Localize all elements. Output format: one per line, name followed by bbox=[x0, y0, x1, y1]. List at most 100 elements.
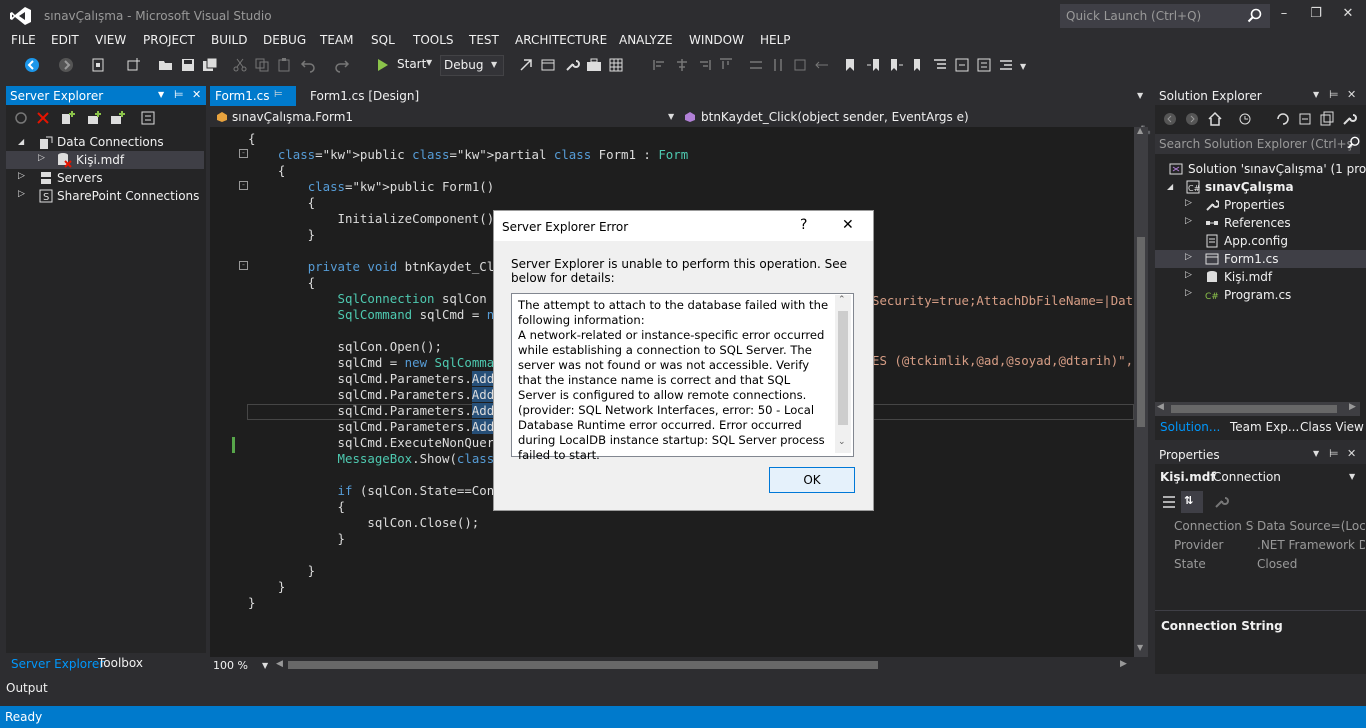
scroll-right-icon[interactable]: ▶ bbox=[1349, 402, 1356, 412]
menu-architecture[interactable]: ARCHITECTURE bbox=[515, 33, 607, 47]
zoom-dropdown-icon[interactable]: ▼ bbox=[262, 661, 268, 670]
tab-form1-cs[interactable]: Form1.cs ⊨ bbox=[210, 86, 296, 106]
close-window-button[interactable]: ✕ bbox=[1338, 6, 1358, 22]
nav-type-select[interactable]: sınavÇalışma.Form1 bbox=[232, 110, 353, 124]
close-panel-icon[interactable]: ✕ bbox=[1347, 447, 1356, 460]
same-height-icon[interactable] bbox=[770, 57, 786, 73]
history-icon[interactable] bbox=[1237, 111, 1253, 127]
tab-class-view[interactable]: Class View bbox=[1300, 420, 1364, 434]
close-icon[interactable]: ✕ bbox=[842, 217, 854, 233]
wrench-icon[interactable] bbox=[564, 57, 580, 73]
menu-view[interactable]: VIEW bbox=[95, 33, 126, 47]
tree-item-app-config[interactable]: App.config bbox=[1224, 234, 1288, 248]
collapsed-arrow-icon[interactable]: ▷ bbox=[38, 153, 45, 163]
tab-team-explorer[interactable]: Team Exp... bbox=[1230, 420, 1299, 434]
panel-menu-icon[interactable]: ▼ bbox=[1313, 449, 1319, 458]
chevron-down-icon[interactable]: ▼ bbox=[668, 112, 674, 121]
collapsed-arrow-icon[interactable]: ▷ bbox=[1185, 252, 1192, 262]
align-left-icon[interactable] bbox=[652, 57, 668, 73]
collapse-toggle-icon[interactable]: - bbox=[239, 149, 248, 158]
tree-item-project[interactable]: sınavÇalışma bbox=[1205, 180, 1294, 194]
refresh-icon[interactable] bbox=[1275, 111, 1291, 127]
attach-icon[interactable] bbox=[518, 57, 534, 73]
tab-output[interactable]: Output bbox=[6, 681, 48, 695]
tab-toolbox[interactable]: Toolbox bbox=[98, 656, 143, 670]
properties-object-select[interactable]: Kişi.mdf Connection ▼ bbox=[1155, 466, 1360, 486]
solution-configuration-select[interactable]: Debug ▼ bbox=[440, 55, 504, 76]
comment-icon[interactable] bbox=[932, 57, 948, 73]
scroll-down-icon[interactable]: ▼ bbox=[1137, 643, 1143, 652]
undo-icon[interactable] bbox=[300, 57, 316, 73]
collapsed-arrow-icon[interactable]: ▷ bbox=[1185, 198, 1192, 208]
pin-icon[interactable]: ⊨ bbox=[174, 88, 184, 101]
forward-icon[interactable] bbox=[58, 57, 74, 73]
prop-value-connection-string[interactable]: Data Source=(Local bbox=[1257, 519, 1365, 533]
browser-link-icon[interactable] bbox=[540, 57, 556, 73]
back-icon[interactable] bbox=[1163, 112, 1177, 126]
alphabetical-button[interactable]: ⇅ bbox=[1181, 491, 1203, 513]
quick-launch-input[interactable]: Quick Launch (Ctrl+Q) bbox=[1060, 4, 1270, 28]
scroll-thumb[interactable] bbox=[1137, 237, 1145, 427]
align-right-icon[interactable] bbox=[696, 57, 712, 73]
back-icon[interactable] bbox=[24, 57, 40, 73]
menu-analyze[interactable]: ANALYZE bbox=[619, 33, 673, 47]
close-panel-icon[interactable]: ✕ bbox=[192, 88, 201, 101]
restore-button[interactable]: ❐ bbox=[1306, 6, 1326, 22]
open-file-icon[interactable] bbox=[158, 57, 174, 73]
prev-bookmark-icon[interactable] bbox=[866, 57, 882, 73]
scroll-up-icon[interactable]: ▲ bbox=[1137, 126, 1143, 135]
delete-icon[interactable] bbox=[36, 111, 50, 125]
copy-icon[interactable] bbox=[254, 57, 270, 73]
menu-project[interactable]: PROJECT bbox=[143, 33, 195, 47]
collapsed-arrow-icon[interactable]: ▷ bbox=[18, 189, 25, 199]
toolbar-overflow-icon[interactable]: ▼ bbox=[1020, 62, 1026, 71]
indent-icon[interactable] bbox=[976, 57, 992, 73]
refresh-icon[interactable] bbox=[14, 111, 28, 125]
toolbox-icon[interactable] bbox=[586, 57, 602, 73]
tree-item-data-connections[interactable]: Data Connections bbox=[57, 135, 164, 149]
paste-icon[interactable] bbox=[276, 57, 292, 73]
properties-window-icon[interactable] bbox=[140, 110, 156, 126]
connect-sharepoint-icon[interactable] bbox=[110, 110, 126, 126]
size-to-grid-icon[interactable] bbox=[792, 57, 808, 73]
start-button[interactable]: Start bbox=[397, 57, 426, 71]
same-width-icon[interactable] bbox=[748, 57, 764, 73]
forward-icon[interactable] bbox=[1185, 112, 1199, 126]
scroll-thumb[interactable] bbox=[1171, 405, 1337, 413]
zoom-level[interactable]: 100 % bbox=[213, 659, 248, 672]
menu-tools[interactable]: TOOLS bbox=[413, 33, 454, 47]
tree-item-kisi-mdf[interactable]: Kişi.mdf bbox=[1224, 270, 1272, 284]
bookmark-icon[interactable] bbox=[842, 57, 858, 73]
connect-server-icon[interactable] bbox=[86, 110, 102, 126]
panel-menu-icon[interactable]: ▼ bbox=[1313, 90, 1319, 99]
tree-item-servers[interactable]: Servers bbox=[57, 171, 103, 185]
redo-icon[interactable] bbox=[334, 57, 350, 73]
menu-edit[interactable]: EDIT bbox=[51, 33, 79, 47]
tab-server-explorer[interactable]: Server Explorer bbox=[11, 657, 104, 671]
scroll-right-icon[interactable]: ▶ bbox=[1120, 659, 1127, 669]
close-panel-icon[interactable]: ✕ bbox=[1347, 88, 1356, 101]
tab-solution-explorer[interactable]: Solution... bbox=[1160, 420, 1220, 434]
collapsed-arrow-icon[interactable]: ▷ bbox=[1185, 216, 1192, 226]
categorized-icon[interactable] bbox=[1161, 494, 1177, 510]
solution-horizontal-scrollbar[interactable]: ◀ ▶ bbox=[1155, 402, 1360, 416]
tree-item-form1-cs[interactable]: Form1.cs bbox=[1224, 252, 1279, 266]
menu-team[interactable]: TEAM bbox=[320, 33, 353, 47]
prop-value-provider[interactable]: .NET Framework Da bbox=[1257, 538, 1365, 552]
save-all-icon[interactable] bbox=[202, 57, 218, 73]
connect-database-icon[interactable] bbox=[60, 110, 76, 126]
tree-item-kisi-mdf[interactable]: Kişi.mdf bbox=[76, 153, 124, 167]
tree-item-sharepoint-connections[interactable]: SharePoint Connections bbox=[57, 189, 199, 203]
grid-icon[interactable] bbox=[608, 57, 624, 73]
scroll-down-icon[interactable]: ⌄ bbox=[838, 437, 846, 447]
menu-debug[interactable]: DEBUG bbox=[263, 33, 306, 47]
scroll-thumb[interactable] bbox=[838, 311, 848, 425]
scroll-left-icon[interactable]: ◀ bbox=[276, 659, 283, 669]
tab-form1-design[interactable]: Form1.cs [Design] bbox=[310, 89, 419, 103]
property-pages-icon[interactable] bbox=[1213, 494, 1229, 510]
menu-test[interactable]: TEST bbox=[469, 33, 499, 47]
add-item-icon[interactable] bbox=[125, 57, 141, 73]
scroll-up-icon[interactable]: ⌃ bbox=[838, 295, 846, 305]
expanded-arrow-icon[interactable]: ◢ bbox=[1167, 182, 1173, 191]
collapsed-arrow-icon[interactable]: ▷ bbox=[1185, 270, 1192, 280]
